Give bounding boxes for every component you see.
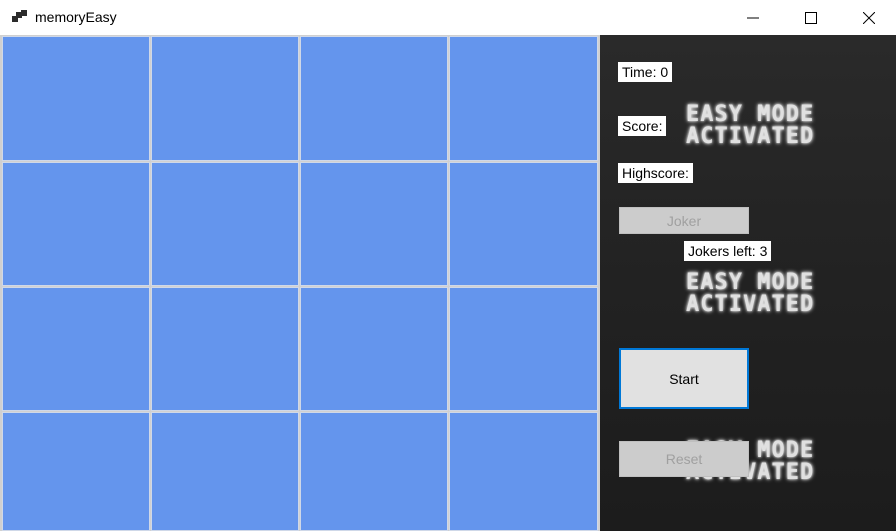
- banner-line-1: EASY MODE: [686, 102, 815, 127]
- minimize-button[interactable]: [724, 0, 782, 35]
- easy-mode-banner: EASY MODE ACTIVATED: [686, 104, 826, 148]
- maximize-button[interactable]: [782, 0, 840, 35]
- memory-card[interactable]: [300, 412, 448, 531]
- time-label: Time: 0: [618, 62, 673, 82]
- side-panel: Time: 0 EASY MODE ACTIVATED Score: Highs…: [600, 35, 896, 531]
- maximize-icon: [805, 11, 817, 24]
- card-board: [0, 35, 600, 531]
- jokers-left-label: Jokers left: 3: [684, 241, 772, 261]
- score-label: Score:: [618, 116, 667, 136]
- easy-mode-banner: EASY MODE ACTIVATED: [686, 272, 826, 316]
- title-bar: memoryEasy: [0, 0, 896, 35]
- memory-card[interactable]: [300, 162, 448, 286]
- memory-card[interactable]: [449, 162, 598, 286]
- highscore-label: Highscore:: [618, 163, 693, 183]
- memory-card[interactable]: [151, 162, 299, 286]
- memory-card[interactable]: [2, 36, 150, 161]
- memory-card[interactable]: [300, 287, 448, 411]
- reset-button[interactable]: Reset: [619, 441, 749, 477]
- app-icon: [12, 10, 28, 24]
- memory-card[interactable]: [151, 412, 299, 531]
- minimize-icon: [747, 17, 759, 18]
- memory-card[interactable]: [2, 412, 150, 531]
- memory-card[interactable]: [2, 287, 150, 411]
- memory-card[interactable]: [449, 36, 598, 161]
- joker-button[interactable]: Joker: [619, 207, 749, 234]
- memory-card[interactable]: [151, 287, 299, 411]
- memory-card[interactable]: [151, 36, 299, 161]
- memory-card[interactable]: [449, 412, 598, 531]
- close-button[interactable]: [840, 0, 896, 35]
- banner-line-1: EASY MODE: [686, 270, 815, 295]
- banner-line-2: ACTIVATED: [686, 292, 815, 317]
- banner-line-2: ACTIVATED: [686, 124, 815, 149]
- window-title: memoryEasy: [35, 9, 117, 25]
- memory-card[interactable]: [449, 287, 598, 411]
- memory-card[interactable]: [300, 36, 448, 161]
- close-icon: [863, 11, 875, 24]
- start-button[interactable]: Start: [619, 348, 749, 409]
- memory-card[interactable]: [2, 162, 150, 286]
